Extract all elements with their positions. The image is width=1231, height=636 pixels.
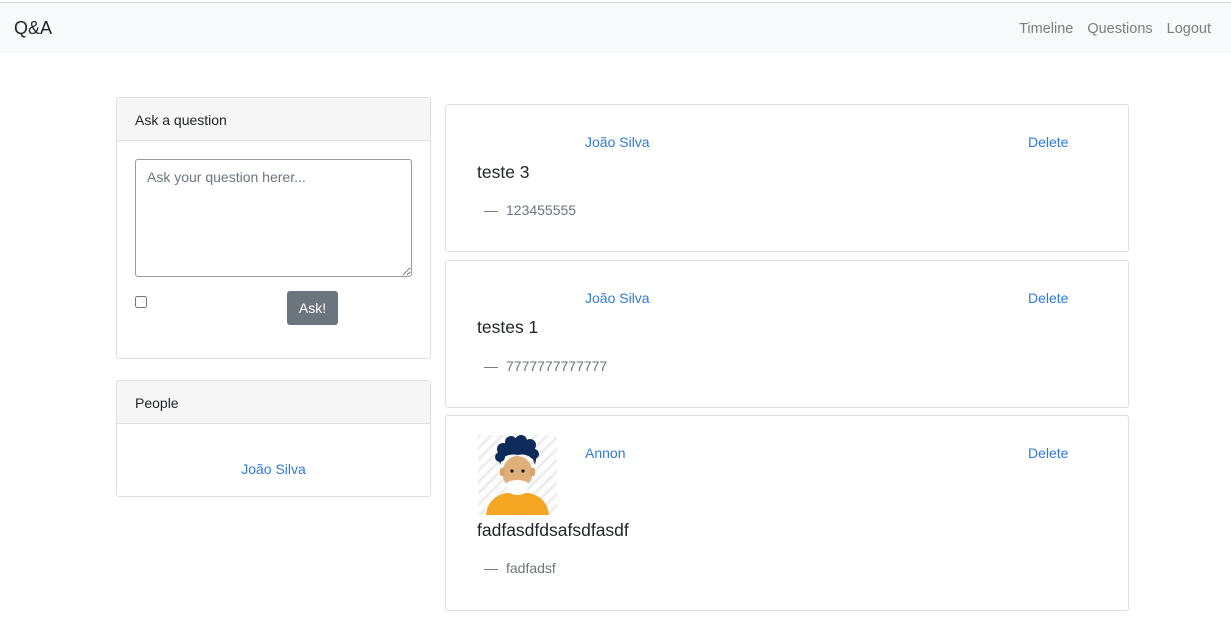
people-header: People [117, 381, 430, 424]
answer-text: fadfadsf [506, 560, 556, 576]
ask-button[interactable]: Ask! [287, 291, 338, 325]
question-answer: — 7777777777777 [484, 358, 607, 374]
ask-question-title: Ask a question [135, 112, 227, 128]
answer-text: 7777777777777 [506, 358, 608, 374]
ask-question-header: Ask a question [117, 98, 430, 141]
question-text: testes 1 [477, 317, 539, 337]
delete-question-link[interactable]: Delete [1028, 445, 1068, 461]
delete-question-link[interactable]: Delete [1028, 290, 1068, 306]
brand-link[interactable]: Q&A [14, 18, 52, 39]
people-card: People João Silva [116, 380, 431, 497]
answer-dash: — [484, 358, 498, 374]
question-answer: — 123455555 [484, 202, 576, 218]
anonymous-checkbox[interactable] [135, 296, 147, 308]
question-card: João Silva Delete teste 3 — 123455555 [445, 104, 1129, 252]
ask-question-card: Ask a question Ask! [116, 97, 431, 359]
answer-text: 123455555 [506, 202, 577, 218]
person-link[interactable]: João Silva [117, 461, 430, 477]
answer-dash: — [484, 560, 498, 576]
question-text: fadfasdfdsafsdfasdf [477, 520, 629, 540]
nav-links: Timeline Questions Logout [1019, 21, 1211, 37]
question-input[interactable] [135, 159, 412, 277]
question-author-link[interactable]: João Silva [585, 290, 650, 306]
top-navbar: Q&A Timeline Questions Logout [0, 2, 1231, 53]
people-title: People [135, 395, 179, 411]
masked-person-avatar-icon [478, 435, 557, 515]
nav-link-questions[interactable]: Questions [1087, 21, 1152, 37]
question-text: teste 3 [477, 162, 530, 182]
question-card: Annon Delete fadfasdfdsafsdfasdf — fadfad… [445, 415, 1129, 611]
answer-dash: — [484, 202, 498, 218]
nav-link-timeline[interactable]: Timeline [1019, 21, 1073, 37]
delete-question-link[interactable]: Delete [1028, 134, 1068, 150]
question-card: João Silva Delete testes 1 — 777777777777… [445, 260, 1129, 408]
nav-link-logout[interactable]: Logout [1167, 21, 1211, 37]
question-author-link[interactable]: João Silva [585, 134, 650, 150]
question-answer: — fadfadsf [484, 560, 556, 576]
question-author-link[interactable]: Annon [585, 445, 625, 461]
